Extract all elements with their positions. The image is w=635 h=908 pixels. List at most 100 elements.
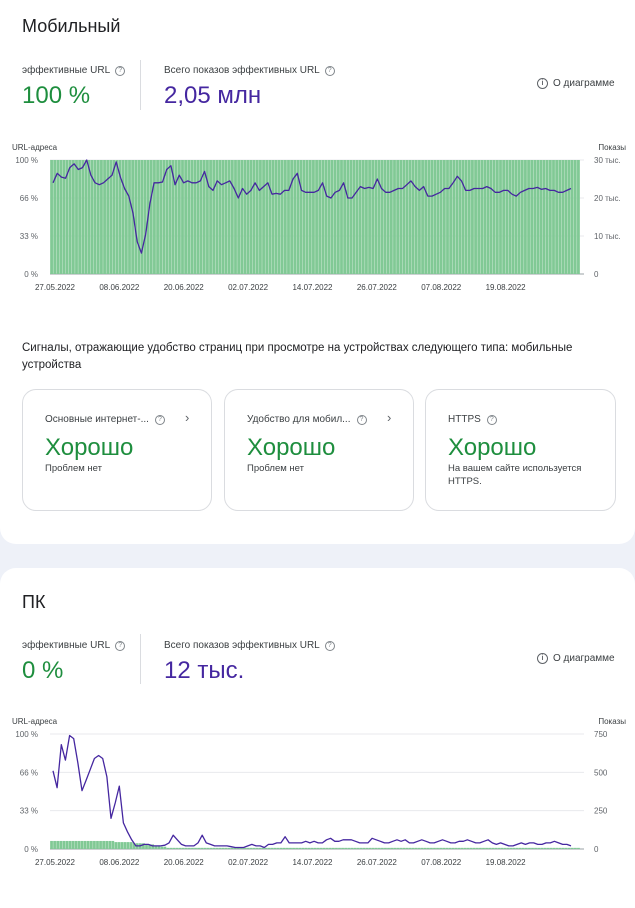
pc-about-chart-button[interactable]: i О диаграмме <box>537 653 615 664</box>
bar <box>477 160 481 274</box>
bar <box>120 842 124 849</box>
bar <box>365 160 368 274</box>
bar <box>546 847 550 849</box>
bar <box>279 847 283 849</box>
bar <box>71 160 75 274</box>
bar <box>112 160 116 274</box>
bar <box>417 847 421 849</box>
bar <box>102 840 105 849</box>
bar <box>570 847 574 849</box>
bar <box>540 847 544 849</box>
right-axis-tick: 250 <box>594 807 608 816</box>
chevron-right-icon[interactable]: › <box>185 410 189 425</box>
bar <box>499 160 502 274</box>
bar <box>209 847 213 849</box>
bar <box>282 847 286 849</box>
bar <box>78 160 82 274</box>
mobile-about-chart-button[interactable]: i О диаграмме <box>537 78 615 89</box>
bar <box>71 840 75 849</box>
bar <box>420 847 424 849</box>
bar <box>343 160 347 274</box>
bar <box>184 847 188 849</box>
bar <box>126 842 130 849</box>
help-icon[interactable]: ? <box>115 640 126 651</box>
bar <box>128 160 131 274</box>
bar <box>442 847 446 849</box>
help-icon[interactable]: ? <box>324 640 335 651</box>
bar <box>384 847 387 849</box>
bar <box>445 847 449 849</box>
bar <box>488 847 492 849</box>
bar <box>289 847 292 849</box>
bar <box>96 160 100 274</box>
x-axis-tick: 14.07.2022 <box>292 283 333 292</box>
chevron-right-icon[interactable]: › <box>387 410 391 425</box>
bar <box>402 160 406 274</box>
bar <box>295 847 299 849</box>
bar <box>433 160 437 274</box>
bar <box>212 160 216 274</box>
bar <box>424 160 428 274</box>
bar <box>386 160 390 274</box>
bar <box>292 847 295 849</box>
help-icon[interactable]: ? <box>486 414 497 425</box>
bar <box>539 160 543 274</box>
bar <box>50 840 53 849</box>
bar <box>230 160 234 274</box>
bar <box>137 160 141 274</box>
pc-chart: URL-адреса Показы 0 % 33 % 66 % 100 % 0 250 500 7… <box>12 717 626 867</box>
bar <box>570 160 574 274</box>
bar <box>313 847 317 849</box>
bar <box>418 160 421 274</box>
bar <box>89 840 93 849</box>
bar <box>83 840 87 849</box>
signals-description: Сигналы, отражающие удобство страниц при… <box>22 342 573 371</box>
signal-card-core-web-vitals[interactable]: Основные интернет-... ? › Хорошо Проблем… <box>22 389 212 511</box>
bar <box>188 847 191 849</box>
signal-card-title: HTTPS ? <box>448 414 497 425</box>
bar <box>75 160 78 274</box>
bar <box>310 847 314 849</box>
bar <box>448 847 452 849</box>
bar <box>218 160 222 274</box>
mobile-impressions-value: 2,05 млн <box>164 82 262 109</box>
bar <box>283 160 287 274</box>
info-icon: i <box>537 78 548 89</box>
bar <box>264 847 268 849</box>
bar <box>365 847 369 849</box>
bar <box>362 847 366 849</box>
left-axis-tick: 0 % <box>24 270 38 279</box>
bar <box>194 847 197 849</box>
bar <box>500 847 504 849</box>
bar <box>200 847 204 849</box>
bar <box>227 160 231 274</box>
bar <box>374 847 378 849</box>
bar <box>77 840 81 849</box>
bar <box>178 847 182 849</box>
bar <box>156 160 159 274</box>
bar <box>246 160 250 274</box>
signal-card-https[interactable]: HTTPS ? Хорошо На вашем сайте использует… <box>425 389 616 511</box>
bar <box>411 847 415 849</box>
bar <box>252 847 256 849</box>
bar <box>328 847 332 849</box>
help-icon[interactable]: ? <box>356 414 367 425</box>
help-icon[interactable]: ? <box>115 65 126 76</box>
x-axis-tick: 07.08.2022 <box>421 858 462 867</box>
signal-card-mobile-usability[interactable]: Удобство для мобил... ? › Хорошо Проблем… <box>224 389 414 511</box>
x-axis-tick: 27.05.2022 <box>35 283 76 292</box>
bar <box>517 160 521 274</box>
bar <box>558 160 562 274</box>
help-icon[interactable]: ? <box>154 414 165 425</box>
bar <box>212 847 216 849</box>
bar <box>117 842 121 849</box>
signal-card-title: Удобство для мобил... ? <box>247 414 367 425</box>
help-icon[interactable]: ? <box>324 65 335 76</box>
bar <box>514 160 518 274</box>
bar <box>361 160 365 274</box>
bar <box>446 160 449 274</box>
bar <box>237 160 241 274</box>
bar <box>461 160 465 274</box>
bar <box>56 840 60 849</box>
bar <box>542 160 546 274</box>
